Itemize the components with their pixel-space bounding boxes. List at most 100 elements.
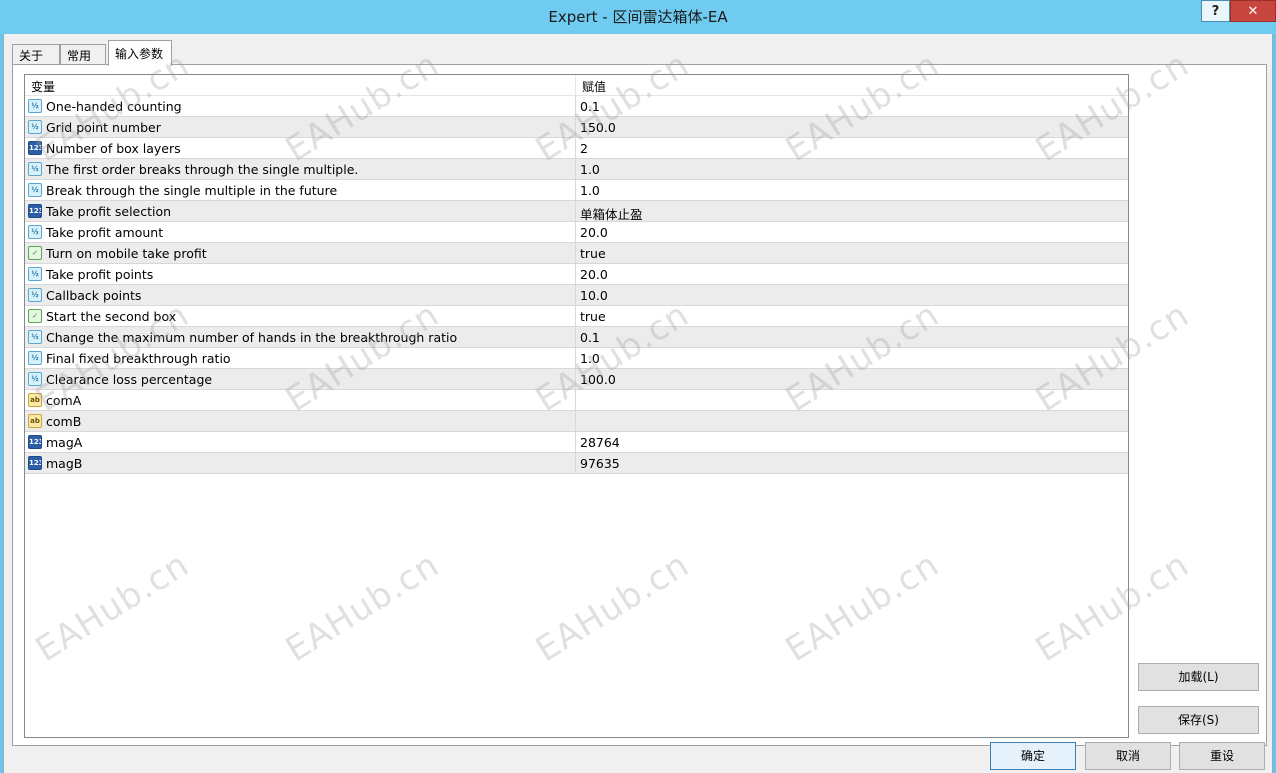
double-type-icon: ½ [28, 267, 42, 281]
value-cell[interactable]: 1.0 [576, 180, 1128, 200]
column-header-value[interactable]: 赋值 [576, 75, 1128, 96]
tab-common[interactable]: 常用 [60, 44, 106, 65]
variable-name: Clearance loss percentage [46, 372, 213, 387]
variable-cell[interactable]: 123 Number of box layers [25, 138, 576, 158]
variable-cell[interactable]: ½ Take profit points [25, 264, 576, 284]
double-type-icon: ½ [28, 351, 42, 365]
double-type-icon: ½ [28, 99, 42, 113]
help-button[interactable]: ? [1201, 0, 1230, 22]
int-type-icon: 123 [28, 141, 42, 155]
variable-name: Take profit selection [46, 204, 172, 219]
table-row[interactable]: ½ Clearance loss percentage 100.0 [25, 369, 1128, 390]
variable-name: Change the maximum number of hands in th… [46, 330, 458, 345]
variable-cell[interactable]: 123 magA [25, 432, 576, 452]
variable-cell[interactable]: ½ Grid point number [25, 117, 576, 137]
table-row[interactable]: ½ Take profit points 20.0 [25, 264, 1128, 285]
variable-cell[interactable]: ½ One-handed counting [25, 96, 576, 116]
window-title: Expert - 区间雷达箱体-EA [548, 8, 728, 26]
variable-cell[interactable]: ab comB [25, 411, 576, 431]
save-button[interactable]: 保存(S) [1138, 706, 1259, 734]
variable-cell[interactable]: ✓ Turn on mobile take profit [25, 243, 576, 263]
string-type-icon: ab [28, 393, 42, 407]
int-type-icon: 123 [28, 456, 42, 470]
variable-cell[interactable]: 123 magB [25, 453, 576, 473]
double-type-icon: ½ [28, 183, 42, 197]
int-type-icon: 123 [28, 204, 42, 218]
value-cell[interactable] [576, 390, 1128, 410]
ok-button[interactable]: 确定 [990, 742, 1076, 770]
variable-name: magA [46, 435, 83, 450]
variable-cell[interactable]: ½ Take profit amount [25, 222, 576, 242]
variable-cell[interactable]: ½ Clearance loss percentage [25, 369, 576, 389]
variable-cell[interactable]: ½ Final fixed breakthrough ratio [25, 348, 576, 368]
table-row[interactable]: ½ Break through the single multiple in th… [25, 180, 1128, 201]
int-type-icon: 123 [28, 435, 42, 449]
value-cell[interactable]: 28764 [576, 432, 1128, 452]
variable-name: One-handed counting [46, 99, 182, 114]
table-row[interactable]: ✓ Start the second box true [25, 306, 1128, 327]
table-row[interactable]: 123 Take profit selection 单箱体止盈 [25, 201, 1128, 222]
value-cell[interactable]: 20.0 [576, 222, 1128, 242]
dialog-client: 关于 常用 输入参数 变量 赋值 ½ One-handed counting 0.1… [3, 34, 1273, 773]
value-cell[interactable]: 单箱体止盈 [576, 201, 1128, 222]
table-row[interactable]: ½ Take profit amount 20.0 [25, 222, 1128, 243]
value-cell[interactable]: 0.1 [576, 327, 1128, 347]
table-row[interactable]: ✓ Turn on mobile take profit true [25, 243, 1128, 264]
reset-button[interactable]: 重设 [1179, 742, 1265, 770]
double-type-icon: ½ [28, 288, 42, 302]
table-row[interactable]: ½ One-handed counting 0.1 [25, 96, 1128, 117]
cancel-button[interactable]: 取消 [1085, 742, 1171, 770]
variable-cell[interactable]: ½ The first order breaks through the sing… [25, 159, 576, 179]
table-row[interactable]: 123 Number of box layers 2 [25, 138, 1128, 159]
value-cell[interactable] [576, 411, 1128, 431]
variable-cell[interactable]: 123 Take profit selection [25, 201, 576, 221]
window-titlebar: Expert - 区间雷达箱体-EA ? ✕ [0, 0, 1276, 34]
double-type-icon: ½ [28, 225, 42, 239]
value-cell[interactable]: 10.0 [576, 285, 1128, 305]
value-cell[interactable]: 150.0 [576, 117, 1128, 137]
value-cell[interactable]: 97635 [576, 453, 1128, 473]
bool-type-icon: ✓ [28, 309, 42, 323]
variable-name: magB [46, 456, 83, 471]
variable-cell[interactable]: ½ Change the maximum number of hands in t… [25, 327, 576, 347]
variable-name: Callback points [46, 288, 142, 303]
table-row[interactable]: 123 magA 28764 [25, 432, 1128, 453]
load-button[interactable]: 加载(L) [1138, 663, 1259, 691]
parameters-grid: 变量 赋值 ½ One-handed counting 0.1 ½ Grid point… [24, 74, 1129, 738]
variable-name: comA [46, 393, 82, 408]
value-cell[interactable]: true [576, 306, 1128, 326]
double-type-icon: ½ [28, 162, 42, 176]
value-cell[interactable]: 2 [576, 138, 1128, 158]
grid-header: 变量 赋值 [25, 75, 1128, 96]
table-row[interactable]: ½ Callback points 10.0 [25, 285, 1128, 306]
close-button[interactable]: ✕ [1230, 0, 1276, 22]
variable-cell[interactable]: ½ Callback points [25, 285, 576, 305]
column-header-variable[interactable]: 变量 [25, 75, 576, 96]
value-cell[interactable]: 0.1 [576, 96, 1128, 116]
double-type-icon: ½ [28, 330, 42, 344]
variable-name: Break through the single multiple in the… [46, 183, 338, 198]
value-cell[interactable]: 1.0 [576, 159, 1128, 179]
table-row[interactable]: ½ The first order breaks through the sing… [25, 159, 1128, 180]
value-cell[interactable]: true [576, 243, 1128, 263]
variable-cell[interactable]: ✓ Start the second box [25, 306, 576, 326]
value-cell[interactable]: 100.0 [576, 369, 1128, 389]
table-row[interactable]: ab comA [25, 390, 1128, 411]
variable-name: Take profit amount [46, 225, 164, 240]
variable-name: Grid point number [46, 120, 161, 135]
tab-about[interactable]: 关于 [12, 44, 60, 65]
variable-name: Take profit points [46, 267, 154, 282]
table-row[interactable]: 123 magB 97635 [25, 453, 1128, 474]
variable-cell[interactable]: ½ Break through the single multiple in th… [25, 180, 576, 200]
variable-cell[interactable]: ab comA [25, 390, 576, 410]
table-row[interactable]: ½ Grid point number 150.0 [25, 117, 1128, 138]
table-row[interactable]: ½ Change the maximum number of hands in t… [25, 327, 1128, 348]
tab-inputs[interactable]: 输入参数 [108, 40, 172, 66]
value-cell[interactable]: 20.0 [576, 264, 1128, 284]
table-row[interactable]: ab comB [25, 411, 1128, 432]
variable-name: The first order breaks through the singl… [46, 162, 359, 177]
value-cell[interactable]: 1.0 [576, 348, 1128, 368]
table-row[interactable]: ½ Final fixed breakthrough ratio 1.0 [25, 348, 1128, 369]
grid-rows: ½ One-handed counting 0.1 ½ Grid point numbe… [25, 96, 1128, 474]
variable-name: Turn on mobile take profit [46, 246, 207, 261]
